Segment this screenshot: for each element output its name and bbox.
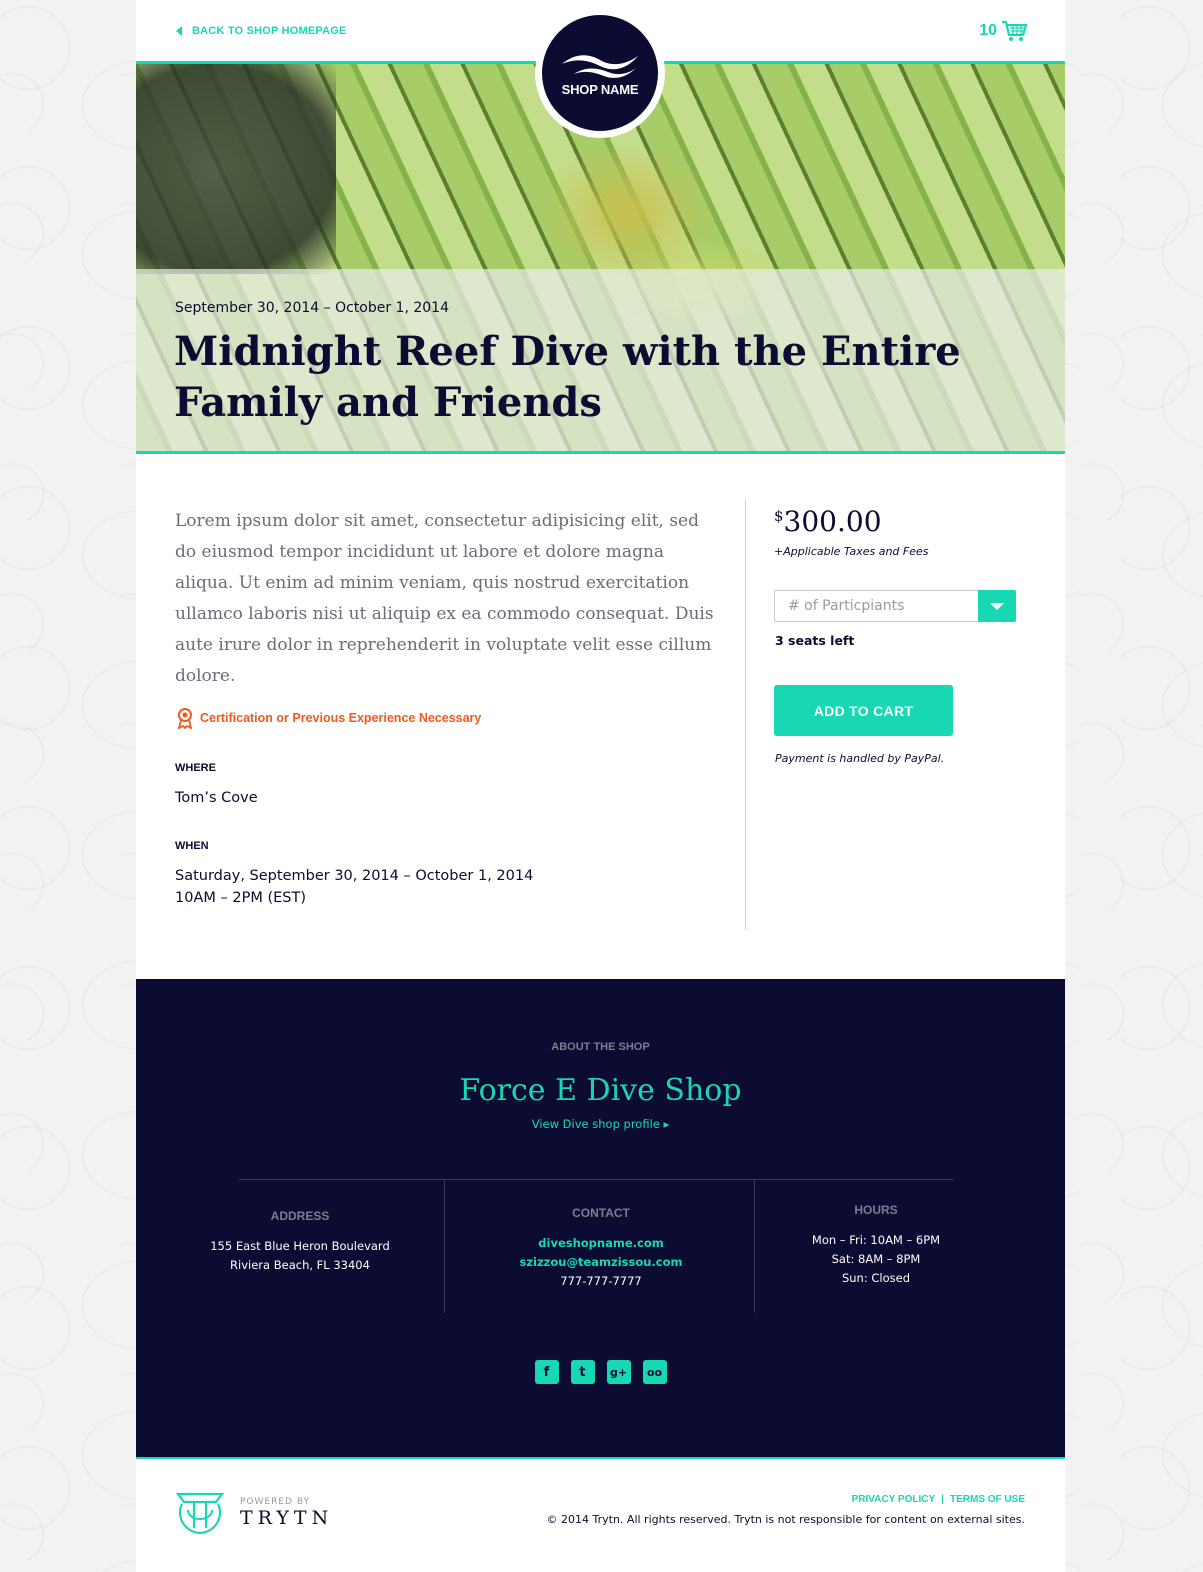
event-title: Midnight Reef Dive with the Entire Famil…: [174, 328, 961, 426]
logo-badge: SHOP NAME: [542, 15, 658, 131]
info-divider: [239, 1179, 954, 1180]
tripadvisor-icon[interactable]: oo: [642, 1360, 667, 1384]
address-column: ADDRESS 155 East Blue Heron Boulevard Ri…: [196, 1209, 404, 1275]
when-date: Saturday, September 30, 2014 – October 1…: [175, 868, 534, 884]
trytn-logo-icon: [175, 1492, 225, 1535]
copyright-text: © 2014 Trytn. All rights reserved. Trytn…: [546, 1513, 1025, 1526]
contact-column: CONTACT diveshopname.com szizzou@teamzis…: [496, 1206, 706, 1291]
hours-title: HOURS: [854, 1203, 898, 1217]
phone-number: 777-777-7777: [560, 1274, 642, 1288]
taxes-note: +Applicable Taxes and Fees: [774, 545, 929, 558]
back-to-shop-link[interactable]: BACK TO SHOP HOMEPAGE: [176, 25, 347, 37]
back-link-label: BACK TO SHOP HOMEPAGE: [192, 25, 347, 37]
event-price: $300.00: [774, 505, 882, 538]
brand-text: POWERED BY TRYTN: [240, 1497, 333, 1529]
chevron-left-icon: [176, 26, 182, 36]
column-separator: [444, 1180, 445, 1313]
hero-divider: [136, 451, 1065, 454]
requirement-text: Certification or Previous Experience Nec…: [200, 711, 482, 725]
email-link[interactable]: szizzou@teamzissou.com: [496, 1253, 706, 1272]
column-divider: [745, 500, 746, 930]
address-line-2: Riviera Beach, FL 33404: [230, 1258, 370, 1272]
where-value: Tom’s Cove: [175, 790, 258, 806]
hours-sunday: Sun: Closed: [841, 1271, 911, 1285]
event-date-range: September 30, 2014 – October 1, 2014: [175, 300, 449, 316]
badge-icon: [177, 708, 193, 729]
page-container: BACK TO SHOP HOMEPAGE 10 September 30, 2…: [136, 0, 1065, 1572]
twitter-icon[interactable]: t: [570, 1360, 595, 1384]
where-label: WHERE: [175, 762, 216, 774]
hours-saturday: Sat: 8AM – 8PM: [831, 1252, 921, 1266]
about-label: ABOUT THE SHOP: [551, 1041, 650, 1053]
hero-image-shadow: [136, 64, 336, 274]
when-label: WHEN: [175, 840, 209, 852]
google-plus-icon[interactable]: g+: [606, 1360, 631, 1384]
wave-icon: [562, 54, 638, 78]
cart-count: 10: [979, 22, 997, 39]
requirement-notice: Certification or Previous Experience Nec…: [176, 707, 481, 729]
shopping-cart-icon: [1002, 20, 1027, 41]
column-separator: [754, 1180, 755, 1313]
cart-button[interactable]: 10: [979, 20, 1027, 42]
view-profile-link[interactable]: View Dive shop profile ▸: [136, 1117, 1065, 1131]
address-line-1: 155 East Blue Heron Boulevard: [210, 1239, 390, 1253]
powered-by-label: POWERED BY: [240, 1497, 311, 1507]
footer-divider: [136, 1457, 1065, 1459]
trytn-brand[interactable]: POWERED BY TRYTN: [174, 1490, 333, 1536]
shop-logo[interactable]: SHOP NAME: [535, 8, 665, 138]
price-currency: $: [774, 507, 784, 525]
legal-links: PRIVACY POLICY | TERMS OF USE: [852, 1494, 1025, 1505]
chevron-down-icon: [990, 602, 1004, 610]
logo-shop-name: SHOP NAME: [561, 81, 639, 97]
when-time: 10AM – 2PM (EST): [175, 890, 306, 906]
terms-of-use-link[interactable]: TERMS OF USE: [950, 1494, 1025, 1505]
participants-placeholder: # of Particpiants: [788, 598, 905, 614]
hero-image-glow: [536, 144, 716, 284]
dropdown-toggle[interactable]: [978, 590, 1016, 622]
contact-title: CONTACT: [572, 1206, 630, 1220]
shop-info-section: ABOUT THE SHOP Force E Dive Shop View Di…: [136, 979, 1065, 1458]
participants-select[interactable]: # of Particpiants: [774, 590, 1016, 622]
seats-left: 3 seats left: [775, 633, 855, 648]
social-links: f t g+ oo: [136, 1360, 1065, 1384]
hours-weekday: Mon – Fri: 10AM – 6PM: [811, 1233, 941, 1247]
shop-name: Force E Dive Shop: [459, 1073, 742, 1108]
payment-note: Payment is handled by PayPal.: [775, 752, 945, 765]
privacy-policy-link[interactable]: PRIVACY POLICY: [852, 1494, 936, 1505]
facebook-icon[interactable]: f: [534, 1360, 559, 1384]
hours-column: HOURS Mon – Fri: 10AM – 6PM Sat: 8AM – 8…: [776, 1203, 976, 1288]
add-to-cart-button[interactable]: ADD TO CART: [774, 685, 953, 736]
link-separator: |: [941, 1494, 944, 1505]
price-amount: 300.00: [783, 505, 882, 538]
brand-name: TRYTN: [240, 1507, 334, 1529]
address-title: ADDRESS: [270, 1209, 330, 1223]
event-description: Lorem ipsum dolor sit amet, consectetur …: [175, 511, 714, 686]
website-link[interactable]: diveshopname.com: [496, 1234, 706, 1253]
